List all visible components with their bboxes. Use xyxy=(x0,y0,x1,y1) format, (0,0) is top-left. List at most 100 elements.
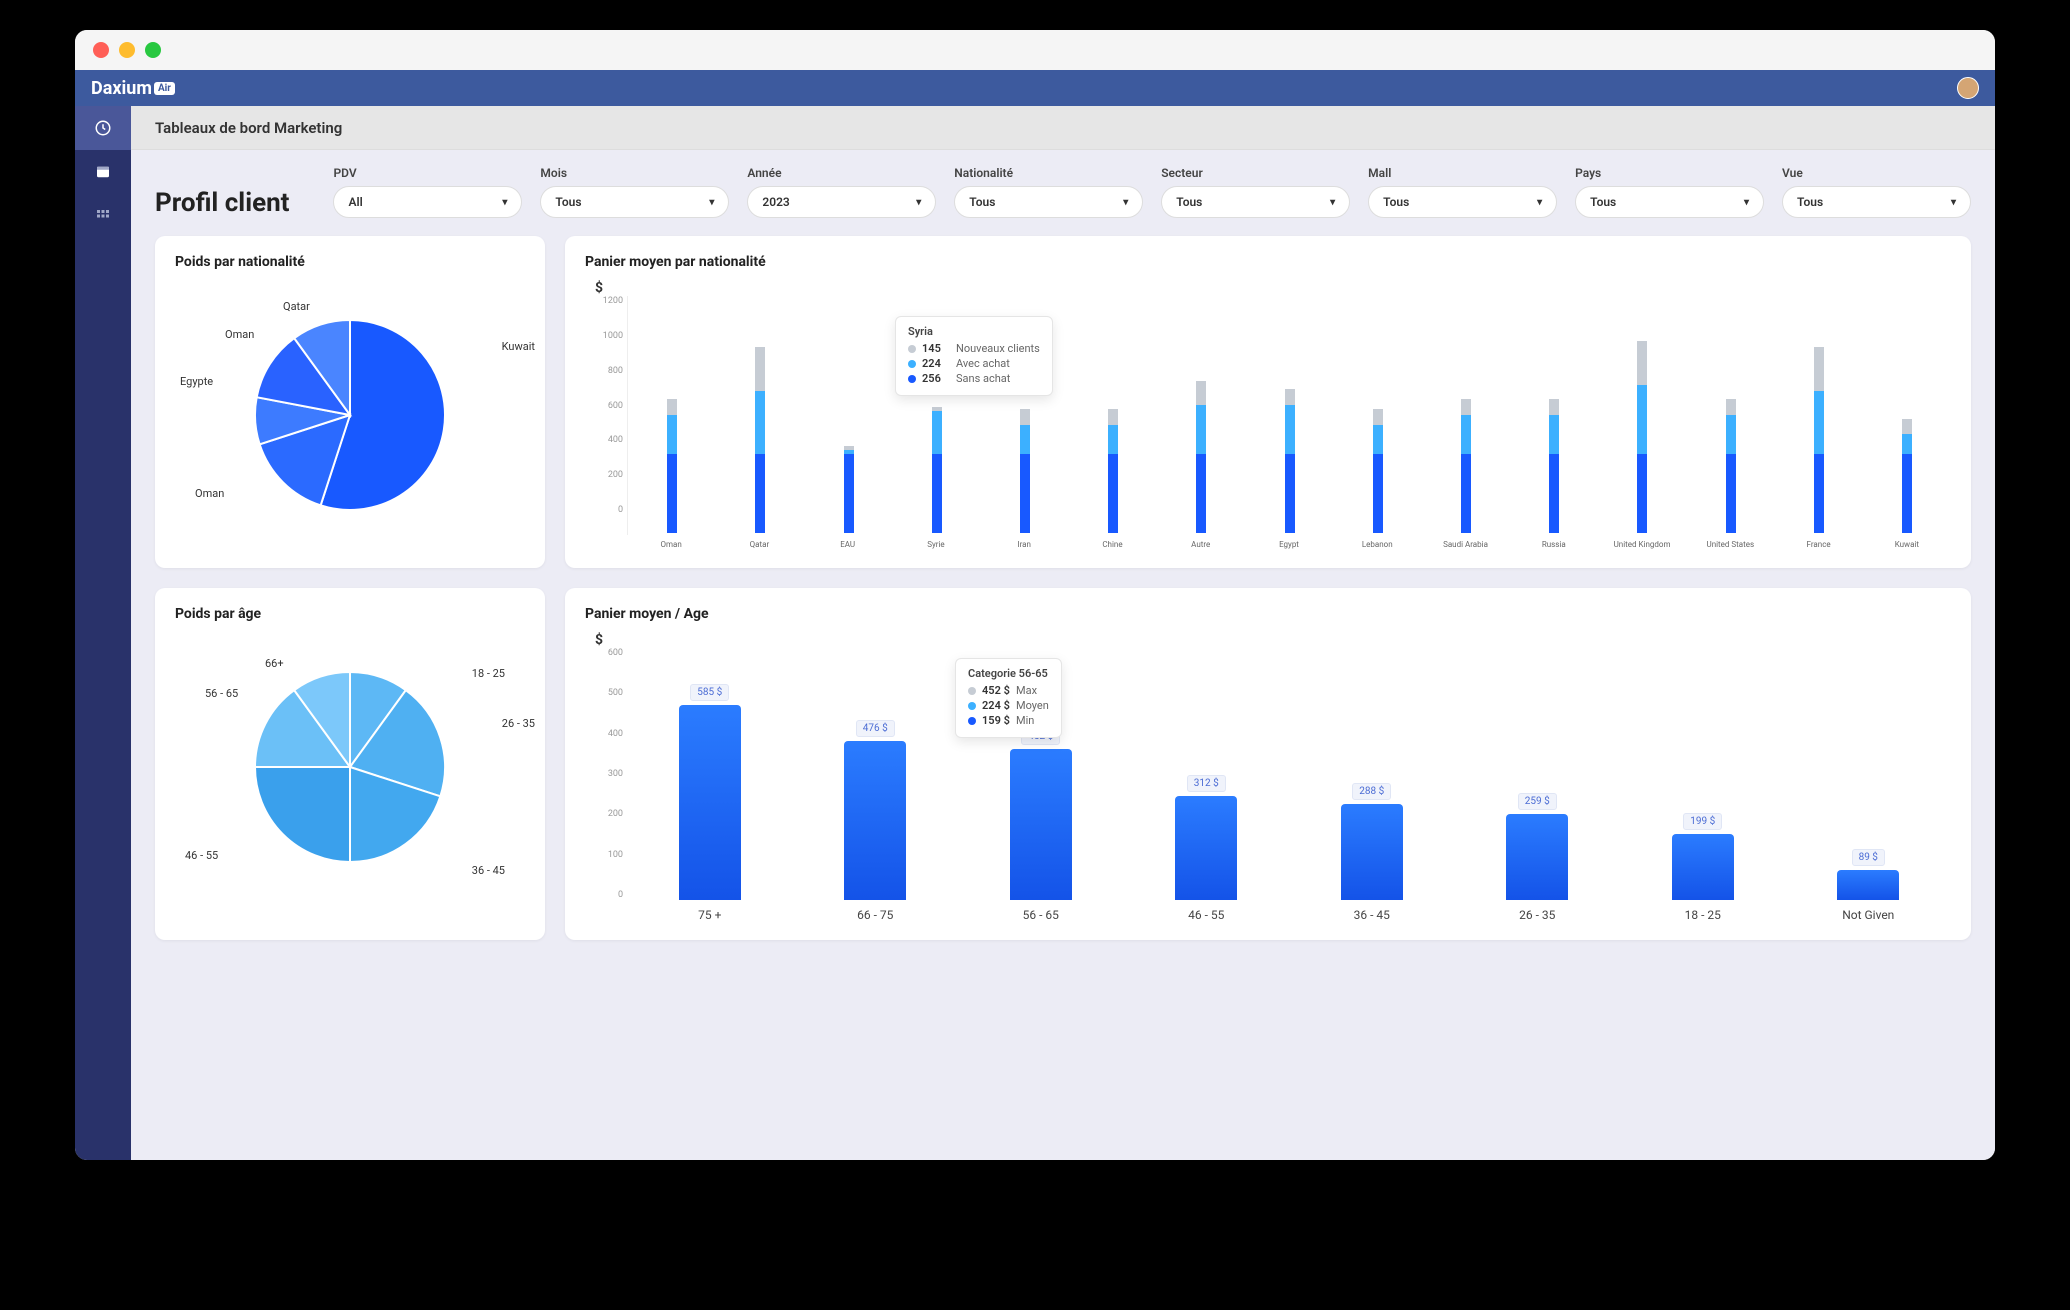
filter-select-pays[interactable]: Tous ▾ xyxy=(1575,186,1764,218)
pie-chart-age xyxy=(250,667,450,867)
chevron-down-icon: ▾ xyxy=(1123,197,1128,208)
bar-segment xyxy=(1461,415,1471,455)
x-tick-label: Kuwait xyxy=(1863,541,1951,550)
maximize-icon[interactable] xyxy=(145,42,161,58)
bar-column[interactable]: 199 $ xyxy=(1620,648,1786,900)
filter-label: Année xyxy=(747,166,936,180)
filter-value: Tous xyxy=(1797,195,1823,209)
bar-column[interactable] xyxy=(628,296,716,533)
bar-column[interactable] xyxy=(804,296,892,533)
pie-slice-label: Oman xyxy=(195,487,224,500)
close-icon[interactable] xyxy=(93,42,109,58)
chevron-down-icon: ▾ xyxy=(1330,197,1335,208)
bar-segment xyxy=(1637,385,1647,454)
chevron-down-icon: ▾ xyxy=(709,197,714,208)
clock-icon xyxy=(94,119,112,137)
filter-select-mois[interactable]: Tous ▾ xyxy=(540,186,729,218)
page-header: Tableaux de bord Marketing xyxy=(131,106,1995,150)
bar-column[interactable] xyxy=(716,296,804,533)
tooltip-title: Syria xyxy=(908,325,1040,338)
bar-column[interactable] xyxy=(1598,296,1686,533)
bar-segment xyxy=(1549,454,1559,533)
filter-label: PDV xyxy=(333,166,522,180)
filter-select-secteur[interactable]: Tous ▾ xyxy=(1161,186,1350,218)
filter-value: 2023 xyxy=(762,195,789,209)
x-tick-label: Saudi Arabia xyxy=(1421,541,1509,550)
bar-column[interactable] xyxy=(1863,296,1951,533)
bar-column[interactable] xyxy=(1245,296,1333,533)
pie-slice[interactable] xyxy=(255,767,350,862)
sidebar-item-data[interactable] xyxy=(75,150,131,194)
bar-column[interactable] xyxy=(1334,296,1422,533)
sidebar-item-history[interactable] xyxy=(75,106,131,150)
bar-segment xyxy=(1108,454,1118,533)
filter-label: Pays xyxy=(1575,166,1764,180)
bar-segment xyxy=(1108,425,1118,455)
bar-segment xyxy=(1020,425,1030,455)
bar-segment xyxy=(1196,405,1206,454)
bar-segment xyxy=(1814,454,1824,533)
page-header-title: Tableaux de bord Marketing xyxy=(155,119,342,137)
bar-value-label: 312 $ xyxy=(1187,775,1226,792)
filter-select-nationalité[interactable]: Tous ▾ xyxy=(954,186,1143,218)
x-tick-label: France xyxy=(1774,541,1862,550)
bar-segment xyxy=(932,454,942,533)
filter-select-vue[interactable]: Tous ▾ xyxy=(1782,186,1971,218)
bar-column[interactable] xyxy=(1157,296,1245,533)
bar-column[interactable]: 476 $ xyxy=(793,648,959,900)
bar-segment xyxy=(1902,419,1912,435)
pie-slice-label: Qatar xyxy=(283,300,310,313)
bar-segment xyxy=(1902,454,1912,533)
sidebar-item-apps[interactable] xyxy=(75,194,131,238)
bar-segment xyxy=(667,399,677,415)
card-title: Poids par nationalité xyxy=(175,254,525,270)
filter-value: Tous xyxy=(555,195,581,209)
bar-value-label: 259 $ xyxy=(1518,793,1557,810)
x-tick-label: 75 + xyxy=(627,908,793,922)
bar-column[interactable]: 585 $ xyxy=(627,648,793,900)
bar-column[interactable] xyxy=(1775,296,1863,533)
bar xyxy=(1506,814,1568,900)
bar-column[interactable]: 288 $ xyxy=(1289,648,1455,900)
filter-label: Mall xyxy=(1368,166,1557,180)
filter-select-pdv[interactable]: All ▾ xyxy=(333,186,522,218)
bar-segment xyxy=(755,391,765,454)
bar-column[interactable] xyxy=(1422,296,1510,533)
brand-logo[interactable]: Daxium Air xyxy=(91,78,175,99)
bar-column[interactable]: 312 $ xyxy=(1124,648,1290,900)
bar-segment xyxy=(1373,409,1383,425)
minimize-icon[interactable] xyxy=(119,42,135,58)
bar xyxy=(1175,796,1237,900)
avatar[interactable] xyxy=(1957,77,1979,99)
y-axis-label: $ xyxy=(595,632,1951,648)
filter-select-mall[interactable]: Tous ▾ xyxy=(1368,186,1557,218)
pie-slice-label: 56 - 65 xyxy=(205,687,238,700)
bar-segment xyxy=(844,454,854,533)
bar-segment xyxy=(1549,399,1559,415)
bar-column[interactable] xyxy=(1686,296,1774,533)
bar-segment xyxy=(1814,347,1824,390)
chevron-down-icon: ▾ xyxy=(916,197,921,208)
bar-segment xyxy=(1196,454,1206,533)
bar-value-label: 199 $ xyxy=(1683,813,1722,830)
card-poids-nationalite: Poids par nationalité Kuwait Oman Egypte… xyxy=(155,236,545,568)
bar-segment xyxy=(1108,409,1118,425)
bar-column[interactable] xyxy=(1510,296,1598,533)
pie-slice-label: Kuwait xyxy=(502,340,535,353)
bar-column[interactable]: 259 $ xyxy=(1455,648,1621,900)
bar-segment xyxy=(1814,391,1824,454)
filter-select-année[interactable]: 2023 ▾ xyxy=(747,186,936,218)
card-title: Panier moyen / Age xyxy=(585,606,1951,622)
bar-column[interactable] xyxy=(1069,296,1157,533)
table-icon xyxy=(94,163,112,181)
brand-name: Daxium xyxy=(91,78,152,99)
pie-slice-label: Oman xyxy=(225,328,254,341)
card-poids-age: Poids par âge 18 - 25 26 - 35 36 - 45 46… xyxy=(155,588,545,940)
bar-value-label: 476 $ xyxy=(856,720,895,737)
pie-slice-label: 18 - 25 xyxy=(472,667,505,680)
bar-segment xyxy=(1285,454,1295,533)
card-title: Poids par âge xyxy=(175,606,525,622)
bar-segment xyxy=(1020,454,1030,533)
bar-column[interactable]: 89 $ xyxy=(1786,648,1952,900)
bar-segment xyxy=(1637,341,1647,384)
